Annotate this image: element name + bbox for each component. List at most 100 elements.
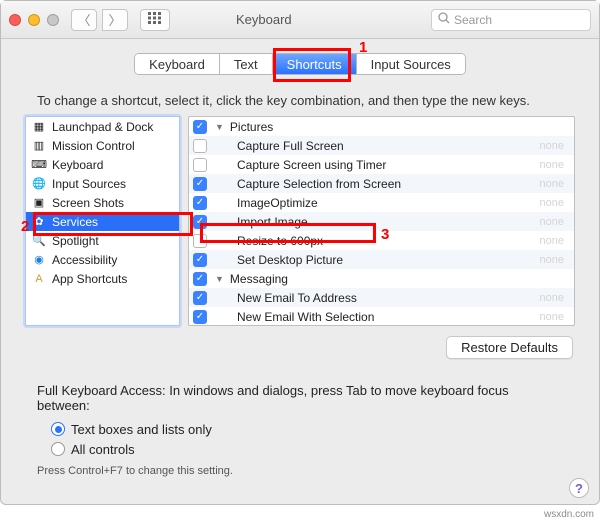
service-row[interactable]: ✓ ImageOptimize none [189,193,574,212]
shortcut-value[interactable]: none [540,140,570,152]
panes: ▦ Launchpad & Dock ▥ Mission Control ⌨ Keyb… [25,116,575,326]
service-label: New Email With Selection [237,310,374,324]
service-label: New Email To Address [237,291,357,305]
instruction-text: To change a shortcut, select it, click t… [37,93,579,108]
group-row-pictures[interactable]: ✓ ▼ Pictures [189,117,574,136]
sidebar-item-label: App Shortcuts [52,272,127,286]
shortcut-value[interactable]: none [540,216,570,228]
service-row[interactable]: ✓ Set Desktop Picture none [189,250,574,269]
service-label: ImageOptimize [237,196,318,210]
group-label: Pictures [230,120,273,134]
sidebar-item-label: Input Sources [52,177,126,191]
sidebar-item-input-sources[interactable]: 🌐 Input Sources [26,174,179,193]
group-row-messaging[interactable]: ✓ ▼ Messaging [189,269,574,288]
app-shortcuts-icon: A [32,272,46,286]
sidebar-item-label: Launchpad & Dock [52,120,153,134]
radio-label: Text boxes and lists only [71,422,212,437]
mission-control-icon: ▥ [32,139,46,153]
radio-all-controls[interactable]: All controls [51,439,599,459]
sidebar-item-label: Keyboard [52,158,103,172]
screenshot-icon: ▣ [32,196,46,210]
checkbox[interactable]: ✓ [193,120,207,134]
grid-icon [148,12,162,27]
annotation-box-1 [273,48,351,82]
titlebar: 〈 〉 Keyboard Search [1,1,599,39]
sidebar-item-app-shortcuts[interactable]: A App Shortcuts [26,269,179,288]
help-icon: ? [575,481,583,496]
service-label: Capture Selection from Screen [237,177,401,191]
service-row[interactable]: Capture Screen using Timer none [189,155,574,174]
radio-icon [51,422,65,436]
globe-icon: 🌐 [32,177,46,191]
zoom-icon[interactable] [47,14,59,26]
fka-hint: Press Control+F7 to change this setting. [37,465,599,477]
service-row[interactable]: ✓ New Email To Address none [189,288,574,307]
shortcut-value[interactable]: none [540,254,570,266]
shortcut-value[interactable]: none [540,311,570,323]
checkbox[interactable]: ✓ [193,196,207,210]
service-row[interactable]: ✓ Capture Selection from Screen none [189,174,574,193]
tab-keyboard[interactable]: Keyboard [135,54,220,74]
fka-text: Full Keyboard Access: In windows and dia… [37,383,563,413]
shortcut-list[interactable]: ✓ ▼ Pictures Capture Full Screen none Cap… [188,116,575,326]
help-button[interactable]: ? [569,478,589,498]
minimize-icon[interactable] [28,14,40,26]
service-row[interactable]: Capture Full Screen none [189,136,574,155]
chevron-right-icon: 〉 [108,10,121,29]
radio-label: All controls [71,442,135,457]
fka-radios: Text boxes and lists only All controls [51,419,599,459]
radio-text-boxes[interactable]: Text boxes and lists only [51,419,599,439]
sidebar-item-label: Screen Shots [52,196,124,210]
back-button[interactable]: 〈 [71,9,97,31]
checkbox[interactable]: ✓ [193,310,207,324]
tab-text[interactable]: Text [220,54,273,74]
annotation-number-3: 3 [381,226,389,243]
sidebar-item-launchpad[interactable]: ▦ Launchpad & Dock [26,117,179,136]
restore-defaults-button[interactable]: Restore Defaults [446,336,573,359]
shortcut-value[interactable]: none [540,235,570,247]
disclosure-triangle-icon[interactable]: ▼ [215,122,224,132]
chevron-left-icon: 〈 [77,10,90,29]
sidebar-item-screen-shots[interactable]: ▣ Screen Shots [26,193,179,212]
shortcut-value[interactable]: none [540,178,570,190]
radio-icon [51,442,65,456]
prefs-window: 〈 〉 Keyboard Search Keyboard Text Sho [0,0,600,505]
tab-input-sources[interactable]: Input Sources [357,54,465,74]
traffic-lights [9,14,59,26]
checkbox[interactable]: ✓ [193,253,207,267]
shortcut-value[interactable]: none [540,197,570,209]
launchpad-icon: ▦ [32,120,46,134]
search-icon [438,12,450,27]
checkbox[interactable] [193,158,207,172]
group-label: Messaging [230,272,288,286]
disclosure-triangle-icon[interactable]: ▼ [215,274,224,284]
window-title: Keyboard [236,12,292,27]
checkbox[interactable] [193,139,207,153]
keyboard-icon: ⌨ [32,158,46,172]
service-label: Set Desktop Picture [237,253,343,267]
annotation-number-1: 1 [359,39,367,56]
close-icon[interactable] [9,14,21,26]
sidebar-item-accessibility[interactable]: ◉ Accessibility [26,250,179,269]
checkbox[interactable]: ✓ [193,272,207,286]
checkbox[interactable]: ✓ [193,177,207,191]
service-label: Capture Screen using Timer [237,158,386,172]
sidebar-item-keyboard[interactable]: ⌨ Keyboard [26,155,179,174]
accessibility-icon: ◉ [32,253,46,267]
service-row[interactable]: ✓ New Email With Selection none [189,307,574,326]
show-all-button[interactable] [140,9,170,31]
sidebar-item-label: Accessibility [52,253,117,267]
restore-row: Restore Defaults [1,336,573,359]
annotation-number-2: 2 [21,218,29,235]
sidebar-item-label: Mission Control [52,139,135,153]
annotation-box-2 [33,212,193,236]
watermark: wsxdn.com [544,509,594,520]
forward-button[interactable]: 〉 [102,9,128,31]
search-field[interactable]: Search [431,9,591,31]
shortcut-value[interactable]: none [540,292,570,304]
sidebar-item-mission-control[interactable]: ▥ Mission Control [26,136,179,155]
service-label: Capture Full Screen [237,139,344,153]
shortcut-value[interactable]: none [540,159,570,171]
checkbox[interactable]: ✓ [193,291,207,305]
annotation-box-3 [200,223,376,243]
